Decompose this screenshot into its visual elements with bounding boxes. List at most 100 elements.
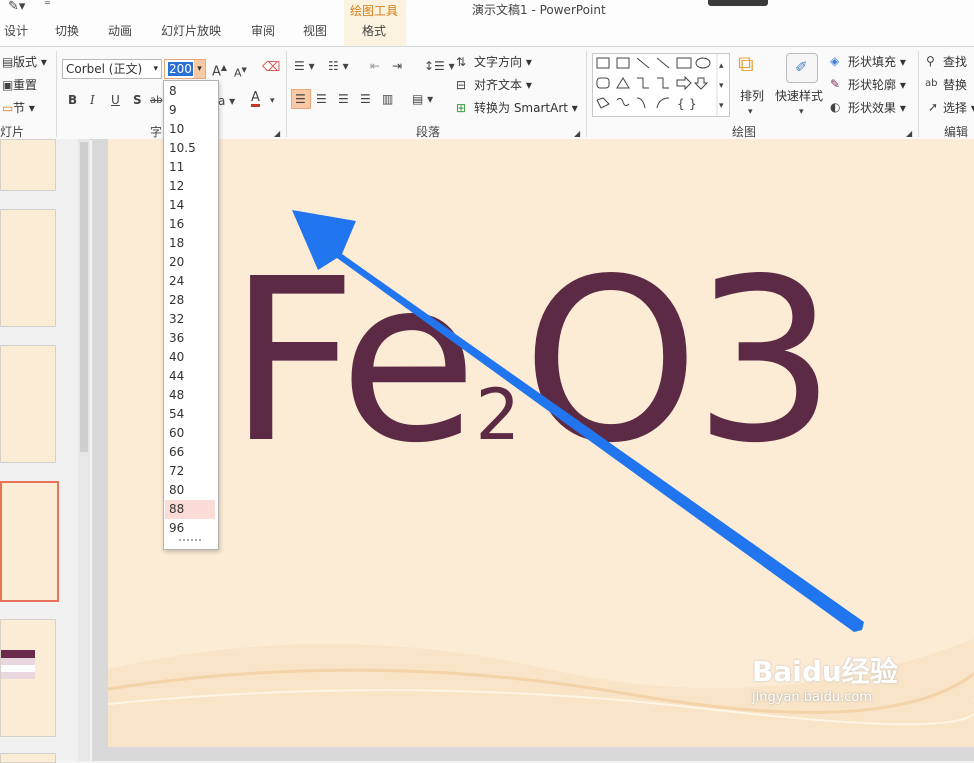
tab-review[interactable]: 审阅 (251, 22, 275, 39)
convert-smartart-button[interactable]: 转换为 SmartArt ▾ (474, 99, 578, 116)
bullets-icon[interactable]: ☰ ▾ (294, 59, 315, 73)
font-size-option[interactable]: 10 (165, 120, 215, 139)
font-size-option[interactable]: 12 (165, 177, 215, 196)
chevron-down-icon[interactable]: ▾ (270, 94, 275, 108)
font-size-option[interactable]: 16 (165, 215, 215, 234)
font-size-option[interactable]: 44 (165, 367, 215, 386)
decrease-indent-icon[interactable]: ⇤ (370, 59, 380, 73)
chevron-down-icon[interactable]: ▾ (799, 105, 804, 119)
bold-icon[interactable]: B (68, 93, 77, 107)
font-name-combo[interactable]: Corbel (正文) ▾ (62, 59, 162, 79)
shapes-gallery-grid[interactable]: {} ▴ ▾ ▾ (593, 54, 729, 116)
shape-outline-button[interactable]: 形状轮廓 ▾ (848, 76, 906, 93)
shape-effects-button[interactable]: 形状效果 ▾ (848, 99, 906, 116)
font-size-option[interactable]: 40 (165, 348, 215, 367)
smartart-icon: ⊞ (456, 101, 467, 115)
ribbon-separator (286, 51, 287, 137)
slide-thumbnail-panel[interactable] (0, 139, 78, 763)
scrollbar-thumb[interactable] (80, 142, 88, 452)
quick-access-pen-icon[interactable]: ✎▾ (8, 0, 25, 14)
quick-styles-icon[interactable]: ✐ (786, 53, 818, 83)
font-color-icon[interactable]: A (251, 91, 260, 107)
section-button[interactable]: 节 ▾ (13, 99, 35, 116)
tab-animations[interactable]: 动画 (108, 22, 132, 39)
font-size-option[interactable]: 28 (165, 291, 215, 310)
font-size-option[interactable]: 96 (165, 519, 215, 538)
tab-format[interactable]: 格式 (362, 22, 386, 39)
text-shadow-icon[interactable]: S (133, 93, 142, 107)
font-size-option[interactable]: 54 (165, 405, 215, 424)
increase-indent-icon[interactable]: ⇥ (392, 59, 402, 73)
select-label: 选择 (943, 101, 968, 115)
chevron-down-icon[interactable]: ▾ (153, 60, 158, 78)
font-size-option[interactable]: 72 (165, 462, 215, 481)
layout-button[interactable]: 版式 ▾ (13, 53, 47, 70)
formula-base: Fe (228, 231, 478, 493)
chevron-down-icon[interactable]: ▾ (748, 105, 753, 119)
font-size-option[interactable]: 8 (165, 82, 215, 101)
svg-text:▾: ▾ (719, 101, 724, 111)
dropdown-resize-grip[interactable] (179, 539, 201, 545)
slide-thumbnail[interactable] (0, 139, 56, 191)
font-size-option[interactable]: 24 (165, 272, 215, 291)
slide-thumbnail-selected[interactable] (0, 481, 59, 602)
shape-fill-button[interactable]: 形状填充 ▾ (848, 53, 906, 70)
text-direction-label: 文字方向 (474, 55, 523, 69)
tab-slideshow[interactable]: 幻灯片放映 (161, 22, 221, 39)
align-text-button[interactable]: 对齐文本 ▾ (474, 76, 532, 93)
strikethrough-icon[interactable]: ab (150, 94, 162, 108)
char-spacing-icon[interactable]: a ▾ (218, 94, 235, 108)
font-size-option[interactable]: 80 (165, 481, 215, 500)
font-group-label: 字 (150, 125, 163, 139)
replace-button[interactable]: 替换 (943, 76, 967, 93)
quick-styles-button[interactable]: 快速样式 (775, 87, 823, 104)
tab-view[interactable]: 视图 (303, 22, 327, 39)
select-button[interactable]: 选择 ▾ (943, 99, 974, 116)
arrange-icon[interactable]: ⧉ (738, 53, 754, 77)
underline-icon[interactable]: U (111, 93, 120, 107)
font-size-option[interactable]: 36 (165, 329, 215, 348)
customize-quick-access-icon[interactable]: ⁼ (44, 0, 51, 13)
slide-thumbnail[interactable] (0, 753, 56, 763)
tab-transitions[interactable]: 切换 (55, 22, 79, 39)
font-size-option[interactable]: 14 (165, 196, 215, 215)
slide-thumbnail[interactable] (0, 619, 56, 737)
chevron-down-icon[interactable]: ▾ (194, 60, 205, 78)
font-size-option[interactable]: 18 (165, 234, 215, 253)
find-button[interactable]: 查找 (943, 53, 967, 70)
font-size-option[interactable]: 66 (165, 443, 215, 462)
align-text-label: 对齐文本 (474, 78, 523, 92)
font-size-option[interactable]: 60 (165, 424, 215, 443)
font-size-option[interactable]: 9 (165, 101, 215, 120)
grow-font-icon[interactable]: A▲ (212, 61, 227, 79)
clear-formatting-icon[interactable]: ⌫ (262, 61, 280, 75)
columns-icon[interactable]: ▤ ▾ (412, 92, 433, 106)
align-center-icon[interactable]: ☰ (316, 92, 327, 106)
font-size-option[interactable]: 48 (165, 386, 215, 405)
font-size-option[interactable]: 32 (165, 310, 215, 329)
distributed-icon[interactable]: ▥ (382, 92, 393, 106)
shrink-font-icon[interactable]: A▼ (234, 63, 247, 81)
italic-icon[interactable]: I (90, 93, 95, 107)
align-right-icon[interactable]: ☰ (338, 92, 349, 106)
font-size-option[interactable]: 10.5 (165, 139, 215, 158)
slide-thumbnail[interactable] (0, 209, 56, 327)
shapes-gallery[interactable]: {} ▴ ▾ ▾ (592, 53, 730, 117)
font-size-option[interactable]: 88 (165, 500, 215, 519)
text-direction-button[interactable]: 文字方向 ▾ (474, 53, 532, 70)
line-spacing-icon[interactable]: ↕☰ ▾ (424, 59, 455, 73)
numbering-icon[interactable]: ☷ ▾ (328, 59, 349, 73)
font-size-option[interactable]: 20 (165, 253, 215, 272)
font-size-combo[interactable]: 200 ▾ (164, 59, 206, 79)
formula-text[interactable]: Fe2O3 (228, 250, 836, 475)
arrange-button[interactable]: 排列 (740, 87, 764, 104)
justify-icon[interactable]: ☰ (360, 92, 371, 106)
reset-button[interactable]: 重置 (13, 76, 37, 93)
shape-outline-label: 形状轮廓 (848, 78, 897, 92)
font-size-dropdown[interactable]: 8 9 10 10.5 11 12 14 16 18 20 24 28 32 36 40 44 48 54 60 66… (163, 80, 219, 550)
font-size-value[interactable]: 200 (168, 62, 193, 76)
slide-thumbnail[interactable] (0, 345, 56, 463)
font-size-option[interactable]: 11 (165, 158, 215, 177)
align-left-button[interactable]: ☰ (291, 89, 311, 109)
tab-design[interactable]: 设计 (4, 22, 28, 39)
